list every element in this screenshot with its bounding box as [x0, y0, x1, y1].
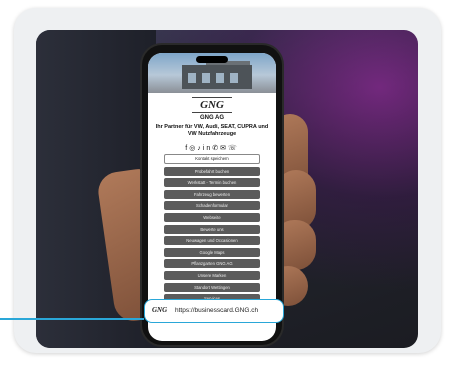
company-tagline: Ihr Partner für VW, Audi, SEAT, CUPRA un…	[155, 124, 269, 137]
callout-line	[0, 318, 144, 320]
link-button[interactable]: Werkstatt - Termin buchen	[164, 178, 260, 188]
social-icons[interactable]: f◎♪in✆✉☏	[148, 144, 276, 152]
company-logo: GNG	[192, 97, 232, 113]
link-button[interactable]: Neuwagen und Occasionen	[164, 236, 260, 246]
company-name: GNG AG	[199, 115, 225, 121]
url-text[interactable]: https://businesscard.GNG.ch	[175, 307, 258, 314]
link-button[interactable]: Webseite	[164, 212, 260, 222]
phone-notch	[196, 56, 228, 63]
save-contact-button[interactable]: Kontakt speichern	[164, 154, 260, 164]
url-logo: GNG	[152, 306, 168, 314]
link-button[interactable]: Google Maps	[164, 247, 260, 257]
url-callout[interactable]: GNG https://businesscard.GNG.ch	[144, 299, 284, 323]
link-button[interactable]: Standort Wettingen	[164, 282, 260, 292]
link-button[interactable]: Probefahrt buchen	[164, 166, 260, 176]
link-list: Kontakt speichern Probefahrt buchen Werk…	[164, 154, 260, 306]
link-button[interactable]: Pflanzgarten GNG AG	[164, 259, 260, 269]
link-button[interactable]: Schadenformular	[164, 201, 260, 211]
link-button[interactable]: Fahrzeug bewerten	[164, 189, 260, 199]
link-button[interactable]: Unsere Marken	[164, 270, 260, 280]
link-button[interactable]: Bewerte uns	[164, 224, 260, 234]
phone-screen: GNG GNG AG Ihr Partner für VW, Audi, SEA…	[148, 53, 276, 341]
